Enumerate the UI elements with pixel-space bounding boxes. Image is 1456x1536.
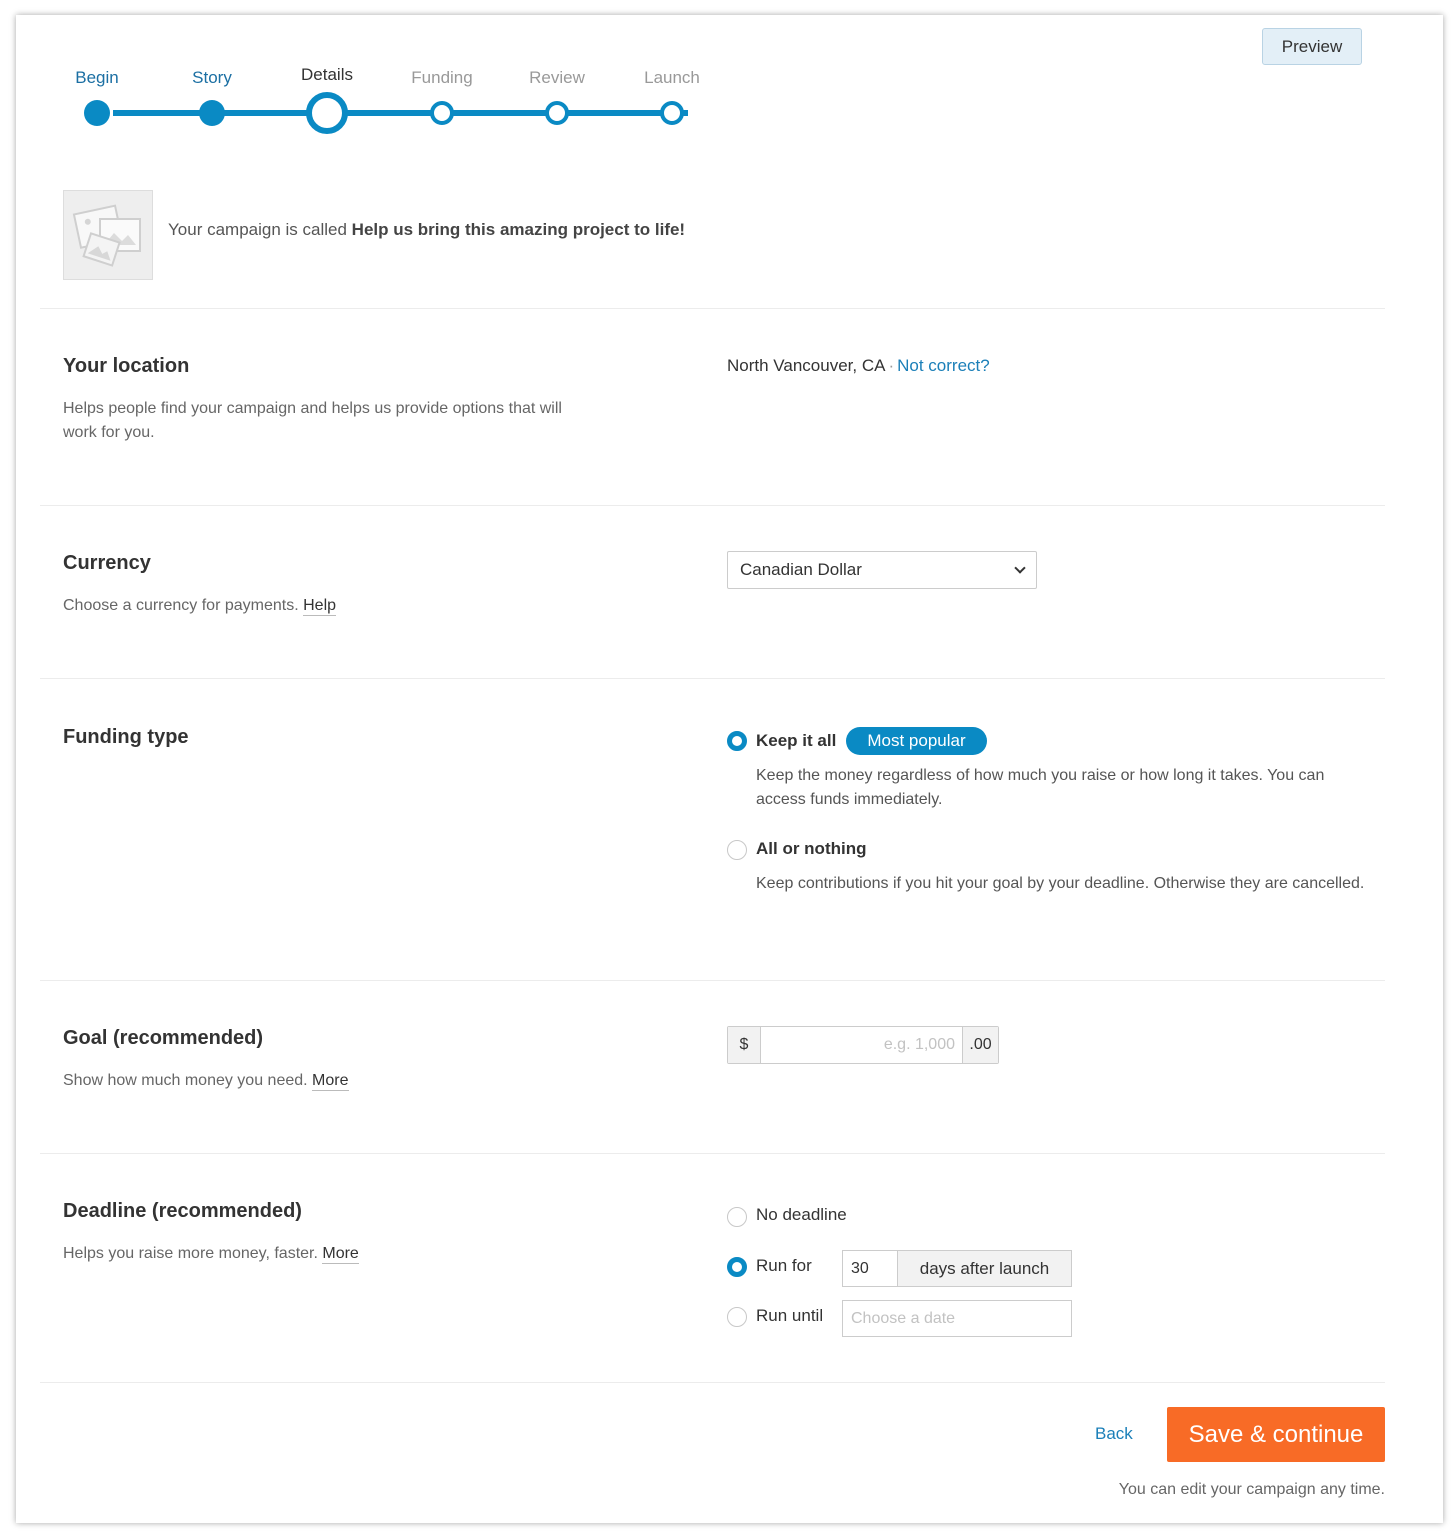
radio-keep-it-all[interactable] — [727, 731, 747, 751]
all-or-nothing-label[interactable]: All or nothing — [756, 839, 866, 859]
all-or-nothing-description: Keep contributions if you hit your goal … — [756, 875, 1365, 892]
chevron-down-icon — [1014, 562, 1026, 574]
run-for-days-input[interactable]: 30 — [843, 1251, 898, 1286]
preview-button[interactable]: Preview — [1262, 28, 1362, 65]
campaign-editor-card: Begin Story Details Funding Review Launc… — [16, 15, 1443, 1523]
run-until-label[interactable]: Run until — [756, 1306, 823, 1326]
location-title: Your location — [63, 355, 190, 377]
campaign-prefix: Your campaign is called — [168, 220, 347, 239]
section-divider — [40, 1382, 1385, 1383]
section-divider — [40, 678, 1385, 679]
step-dot — [660, 101, 684, 125]
progress-stepper: Begin Story Details Funding Review Launc… — [16, 15, 816, 155]
step-dot — [430, 101, 454, 125]
location-description: Helps people find your campaign and help… — [63, 400, 562, 441]
deadline-title: Deadline (recommended) — [63, 1200, 302, 1222]
run-for-label[interactable]: Run for — [756, 1256, 812, 1276]
step-label: Details — [301, 65, 353, 84]
section-divider — [40, 505, 1385, 506]
days-after-launch-suffix: days after launch — [898, 1251, 1071, 1286]
section-divider — [40, 980, 1385, 981]
step-dot — [84, 100, 110, 126]
section-divider — [40, 308, 1385, 309]
run-until-date-input[interactable]: Choose a date — [842, 1300, 1072, 1337]
currency-title: Currency — [63, 552, 151, 574]
run-for-days-group: 30 days after launch — [842, 1250, 1072, 1287]
goal-amount-input[interactable]: e.g. 1,000 — [761, 1027, 962, 1063]
currency-select[interactable]: Canadian Dollar — [727, 551, 1037, 589]
back-link[interactable]: Back — [1095, 1424, 1133, 1444]
deadline-description-row: Helps you raise more money, faster. More — [63, 1242, 583, 1266]
step-dot — [199, 100, 225, 126]
step-dot — [306, 92, 348, 134]
location-change-link[interactable]: Not correct? — [897, 356, 990, 375]
goal-more-link[interactable]: More — [312, 1072, 349, 1091]
edit-anytime-note: You can edit your campaign any time. — [1118, 1481, 1385, 1498]
location-value-row: North Vancouver, CA · Not correct? — [727, 356, 990, 376]
deadline-more-link[interactable]: More — [322, 1245, 359, 1264]
goal-description: Show how much money you need. — [63, 1072, 308, 1089]
keep-it-all-label[interactable]: Keep it all — [756, 731, 836, 751]
radio-no-deadline[interactable] — [727, 1207, 747, 1227]
radio-run-for[interactable] — [727, 1257, 747, 1277]
currency-help-link[interactable]: Help — [303, 597, 337, 616]
currency-description-row: Choose a currency for payments. Help — [63, 594, 583, 618]
save-continue-button[interactable]: Save & continue — [1167, 1407, 1385, 1462]
goal-title: Goal (recommended) — [63, 1027, 264, 1049]
location-value: North Vancouver, CA — [727, 356, 886, 375]
step-label: Begin — [75, 68, 119, 87]
deadline-description: Helps you raise more money, faster. — [63, 1245, 318, 1262]
most-popular-badge: Most popular — [846, 727, 987, 755]
currency-selected: Canadian Dollar — [740, 560, 862, 579]
funding-title: Funding type — [63, 726, 189, 748]
step-label: Launch — [644, 68, 700, 87]
radio-run-until[interactable] — [727, 1307, 747, 1327]
campaign-name-line: Your campaign is called Help us bring th… — [168, 220, 685, 240]
radio-all-or-nothing[interactable] — [727, 840, 747, 860]
campaign-thumbnail[interactable] — [63, 190, 153, 280]
location-separator: · — [888, 356, 895, 375]
step-label: Review — [529, 68, 585, 87]
currency-description: Choose a currency for payments. — [63, 597, 299, 614]
goal-description-row: Show how much money you need. More — [63, 1069, 583, 1093]
no-deadline-label[interactable]: No deadline — [756, 1205, 847, 1225]
section-divider — [40, 1153, 1385, 1154]
step-dot — [545, 101, 569, 125]
image-placeholder-icon — [72, 204, 141, 267]
currency-symbol: $ — [728, 1027, 761, 1063]
goal-cents-suffix: .00 — [962, 1027, 998, 1063]
campaign-name: Help us bring this amazing project to li… — [351, 220, 686, 239]
step-label: Story — [192, 68, 232, 87]
step-label: Funding — [411, 68, 473, 87]
goal-amount-input-group: $ e.g. 1,000 .00 — [727, 1026, 999, 1064]
keep-it-all-description: Keep the money regardless of how much yo… — [756, 767, 1325, 808]
